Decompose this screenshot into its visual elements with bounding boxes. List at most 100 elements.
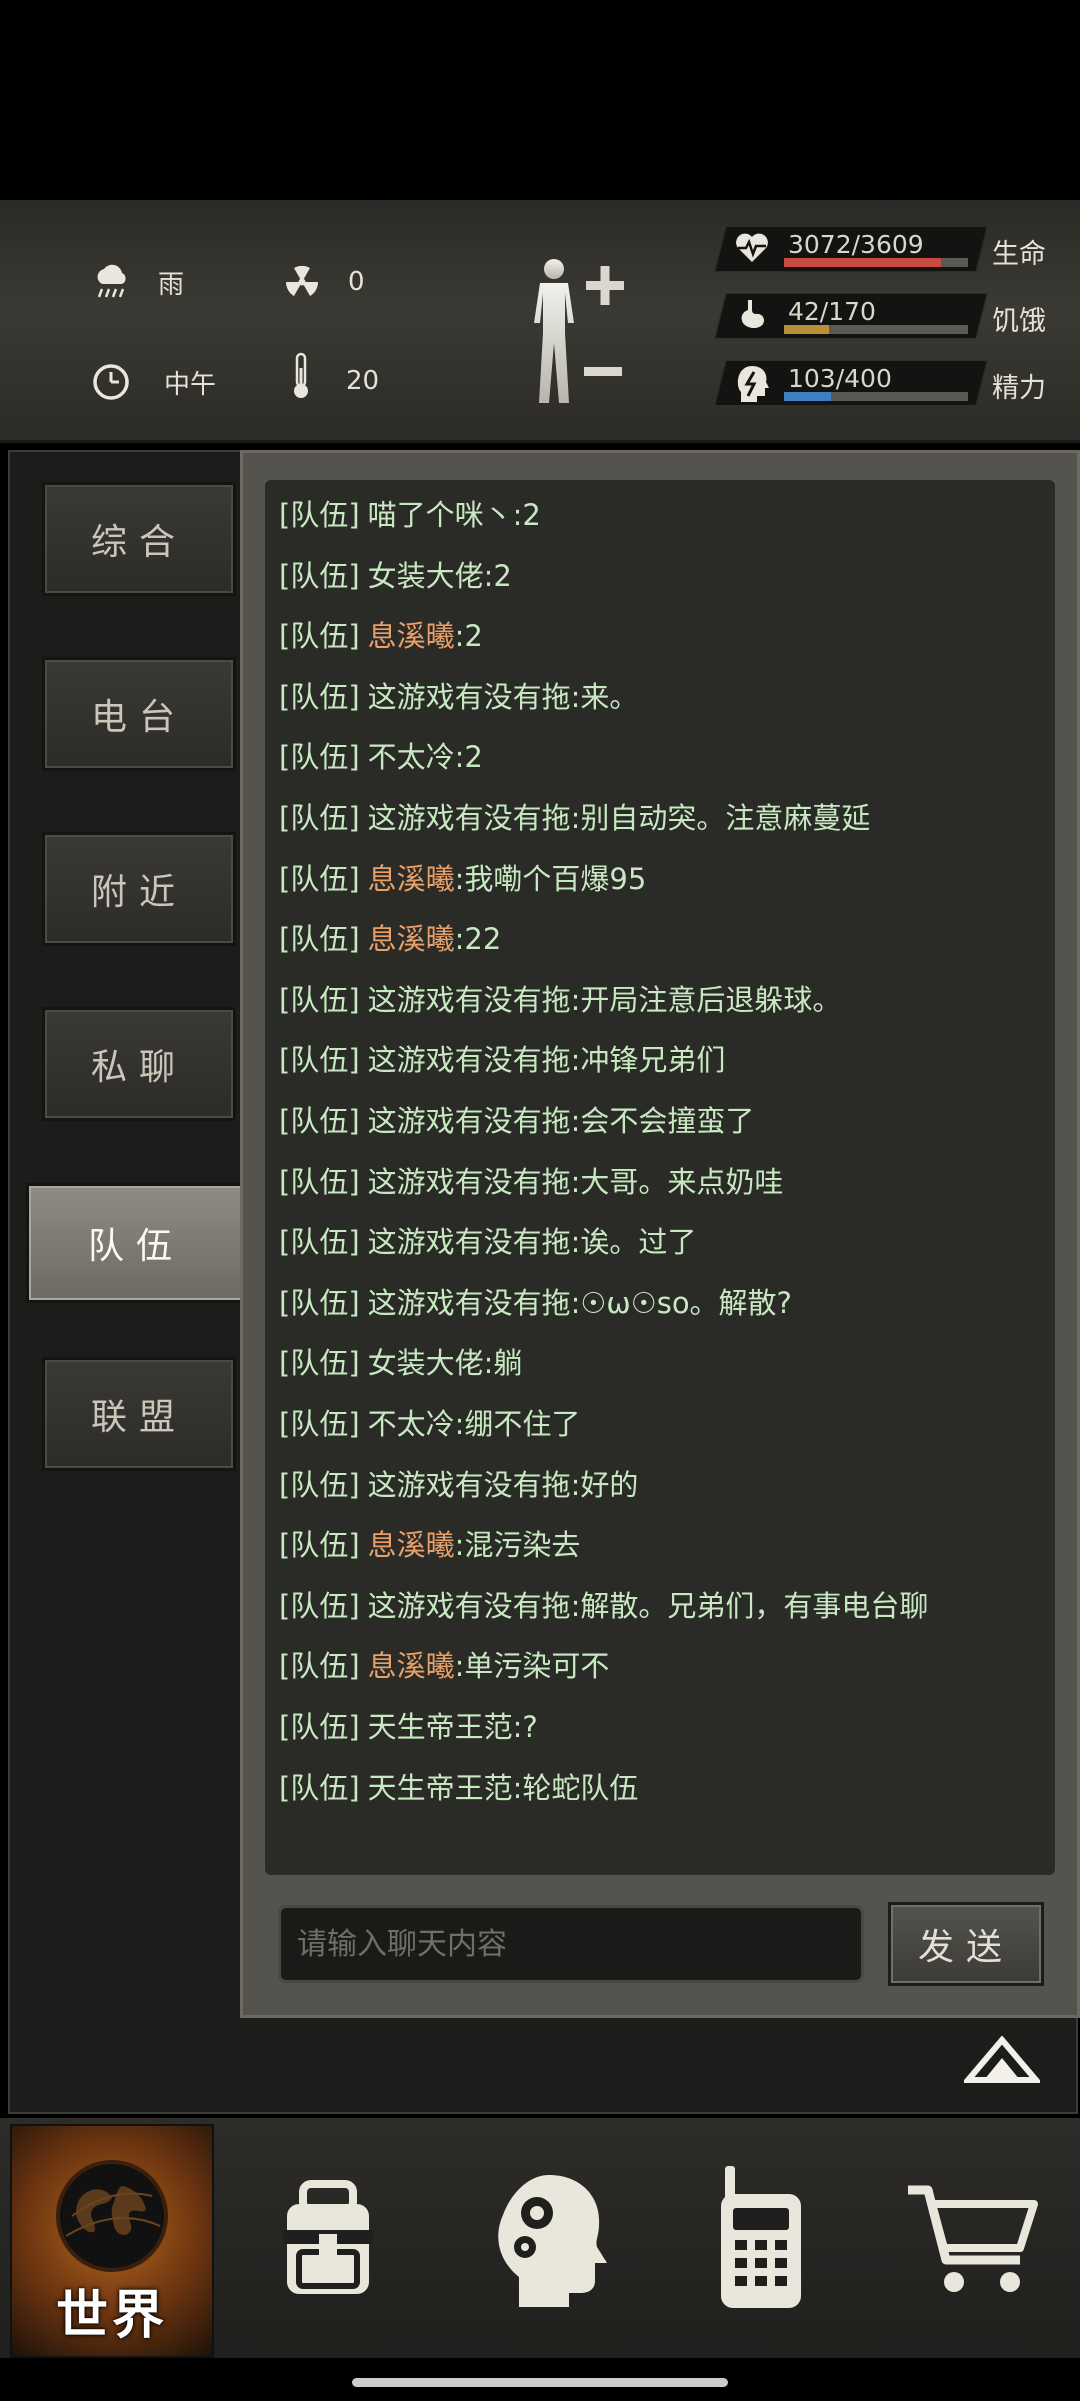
- energy-head-icon: [734, 364, 770, 402]
- radiation-value: 0: [348, 267, 365, 297]
- message-sender[interactable]: 喵了个咪丶: [368, 498, 513, 532]
- message-channel: [队伍]: [279, 1164, 360, 1199]
- weather-value: 雨: [158, 269, 185, 300]
- message-channel: [队伍]: [279, 1588, 360, 1623]
- message-text: :单污染可不: [454, 1649, 610, 1684]
- message-sender[interactable]: 天生帝王范: [368, 1710, 513, 1744]
- chat-message: [队伍] 这游戏有没有拖:☉ω☉so。解散?: [279, 1280, 792, 1322]
- message-sender[interactable]: 女装大佬: [368, 559, 484, 593]
- message-sender[interactable]: 这游戏有没有拖: [368, 801, 571, 835]
- world-label: 世界: [55, 2286, 168, 2346]
- time-value: 中午: [164, 369, 217, 400]
- character-body-button[interactable]: [520, 255, 630, 415]
- message-text: :我嘞个百爆95: [454, 861, 647, 896]
- nav-radio[interactable]: [660, 2124, 860, 2354]
- message-sender[interactable]: 息溪曦: [368, 1528, 455, 1562]
- tab-nearby-label: 附近: [90, 872, 187, 913]
- tab-general-label: 综合: [90, 522, 187, 563]
- message-sender[interactable]: 不太冷: [368, 1407, 455, 1441]
- collapse-button[interactable]: [961, 2035, 1043, 2086]
- chat-message: [队伍] 喵了个咪丶:2: [279, 492, 541, 534]
- energy-stat: 103/400 精力: [714, 360, 1050, 410]
- message-sender[interactable]: 息溪曦: [368, 619, 455, 653]
- stomach-icon: [734, 297, 770, 333]
- tab-private[interactable]: 私聊: [42, 1007, 236, 1121]
- message-sender[interactable]: 天生帝王范: [368, 1771, 513, 1805]
- tab-team[interactable]: 队伍: [26, 1183, 246, 1303]
- message-sender[interactable]: 这游戏有没有拖: [368, 1104, 571, 1138]
- message-sender[interactable]: 息溪曦: [368, 922, 455, 956]
- message-text: :会不会撞蛮了: [570, 1104, 755, 1138]
- message-channel: [队伍]: [279, 1528, 360, 1563]
- home-indicator[interactable]: [352, 2378, 728, 2387]
- radiation-icon: [284, 264, 320, 300]
- tab-radio-label: 电台: [90, 697, 187, 738]
- hunger-bar: [784, 325, 968, 334]
- message-text: :解散。兄弟们，有事电台聊: [570, 1588, 929, 1623]
- backpack-icon: [283, 2180, 373, 2294]
- tab-alliance[interactable]: 联盟: [42, 1357, 236, 1471]
- message-sender[interactable]: 这游戏有没有拖: [368, 1589, 571, 1623]
- message-text: :诶。过了: [570, 1225, 697, 1260]
- chat-message: [队伍] 女装大佬:2: [279, 553, 512, 595]
- health-stat: 3072/3609 生命: [714, 226, 1050, 276]
- message-text: :2: [512, 498, 541, 532]
- chat-input[interactable]: [281, 1908, 861, 1980]
- thermometer-icon: [290, 352, 312, 400]
- nav-shop[interactable]: [872, 2124, 1072, 2354]
- world-icon: [56, 2160, 168, 2272]
- tab-general[interactable]: 综合: [42, 482, 236, 596]
- heartbeat-icon: [734, 230, 770, 266]
- chat-message-list[interactable]: [队伍] 喵了个咪丶:2 [队伍] 女装大佬:2 [队伍] 息溪曦:2 [队伍] 这游戏有没有…: [265, 480, 1055, 1875]
- clock-icon: [92, 363, 130, 401]
- chat-message: [队伍] 不太冷:绷不住了: [279, 1401, 580, 1443]
- tab-team-label: 队伍: [87, 1226, 184, 1267]
- chat-message: [队伍] 这游戏有没有拖:来。: [279, 674, 638, 716]
- message-sender[interactable]: 这游戏有没有拖: [368, 983, 571, 1017]
- message-sender[interactable]: 这游戏有没有拖: [368, 1165, 571, 1199]
- message-channel: [队伍]: [279, 1043, 360, 1078]
- chat-message: [队伍] 这游戏有没有拖:别自动突。注意麻蔓延: [279, 795, 870, 837]
- message-text: :☉ω☉so。解散?: [570, 1285, 792, 1320]
- message-sender[interactable]: 这游戏有没有拖: [368, 1468, 571, 1502]
- human-body-icon: [534, 259, 624, 403]
- chat-message: [队伍] 不太冷:2: [279, 734, 483, 776]
- chat-message: [队伍] 天生帝王范:轮蛇队伍: [279, 1765, 638, 1807]
- message-channel: [队伍]: [279, 1225, 360, 1260]
- cart-icon: [908, 2185, 1038, 2292]
- message-sender[interactable]: 这游戏有没有拖: [368, 680, 571, 714]
- message-channel: [队伍]: [279, 1467, 360, 1502]
- message-sender[interactable]: 这游戏有没有拖: [368, 1286, 571, 1320]
- message-sender[interactable]: 息溪曦: [368, 862, 455, 896]
- radio-icon: [721, 2166, 801, 2308]
- health-bar: [784, 258, 968, 267]
- chat-input-wrapper: [278, 1905, 864, 1983]
- message-text: :躺: [483, 1346, 523, 1381]
- chat-message: [队伍] 息溪曦:22: [279, 916, 501, 958]
- message-channel: [队伍]: [279, 861, 360, 896]
- weather-indicator: 雨: [92, 262, 184, 302]
- message-channel: [队伍]: [279, 558, 360, 593]
- message-sender[interactable]: 这游戏有没有拖: [368, 1225, 571, 1259]
- chat-message: [队伍] 这游戏有没有拖:会不会撞蛮了: [279, 1098, 754, 1140]
- message-sender[interactable]: 不太冷: [368, 740, 455, 774]
- message-text: :别自动突。注意麻蔓延: [570, 801, 871, 835]
- health-value: 3072/3609: [788, 230, 924, 259]
- nav-backpack[interactable]: [228, 2124, 428, 2354]
- temperature-value: 20: [346, 366, 380, 396]
- nav-skills[interactable]: [450, 2124, 650, 2354]
- hunger-stat: 42/170 饥饿: [714, 293, 1050, 343]
- nav-world[interactable]: 世界: [10, 2124, 214, 2358]
- tab-radio[interactable]: 电台: [42, 657, 236, 771]
- message-sender[interactable]: 女装大佬: [368, 1346, 484, 1380]
- tab-nearby[interactable]: 附近: [42, 832, 236, 946]
- send-button[interactable]: 发送: [888, 1902, 1044, 1986]
- message-text: :绷不住了: [454, 1407, 581, 1441]
- message-sender[interactable]: 这游戏有没有拖: [368, 1043, 571, 1077]
- message-text: :大哥。来点奶哇: [570, 1164, 784, 1199]
- hunger-label: 饥饿: [992, 306, 1046, 337]
- energy-bar: [784, 392, 968, 401]
- message-channel: [队伍]: [279, 1285, 360, 1320]
- top-blank-area: [0, 0, 1080, 200]
- message-sender[interactable]: 息溪曦: [368, 1649, 455, 1683]
